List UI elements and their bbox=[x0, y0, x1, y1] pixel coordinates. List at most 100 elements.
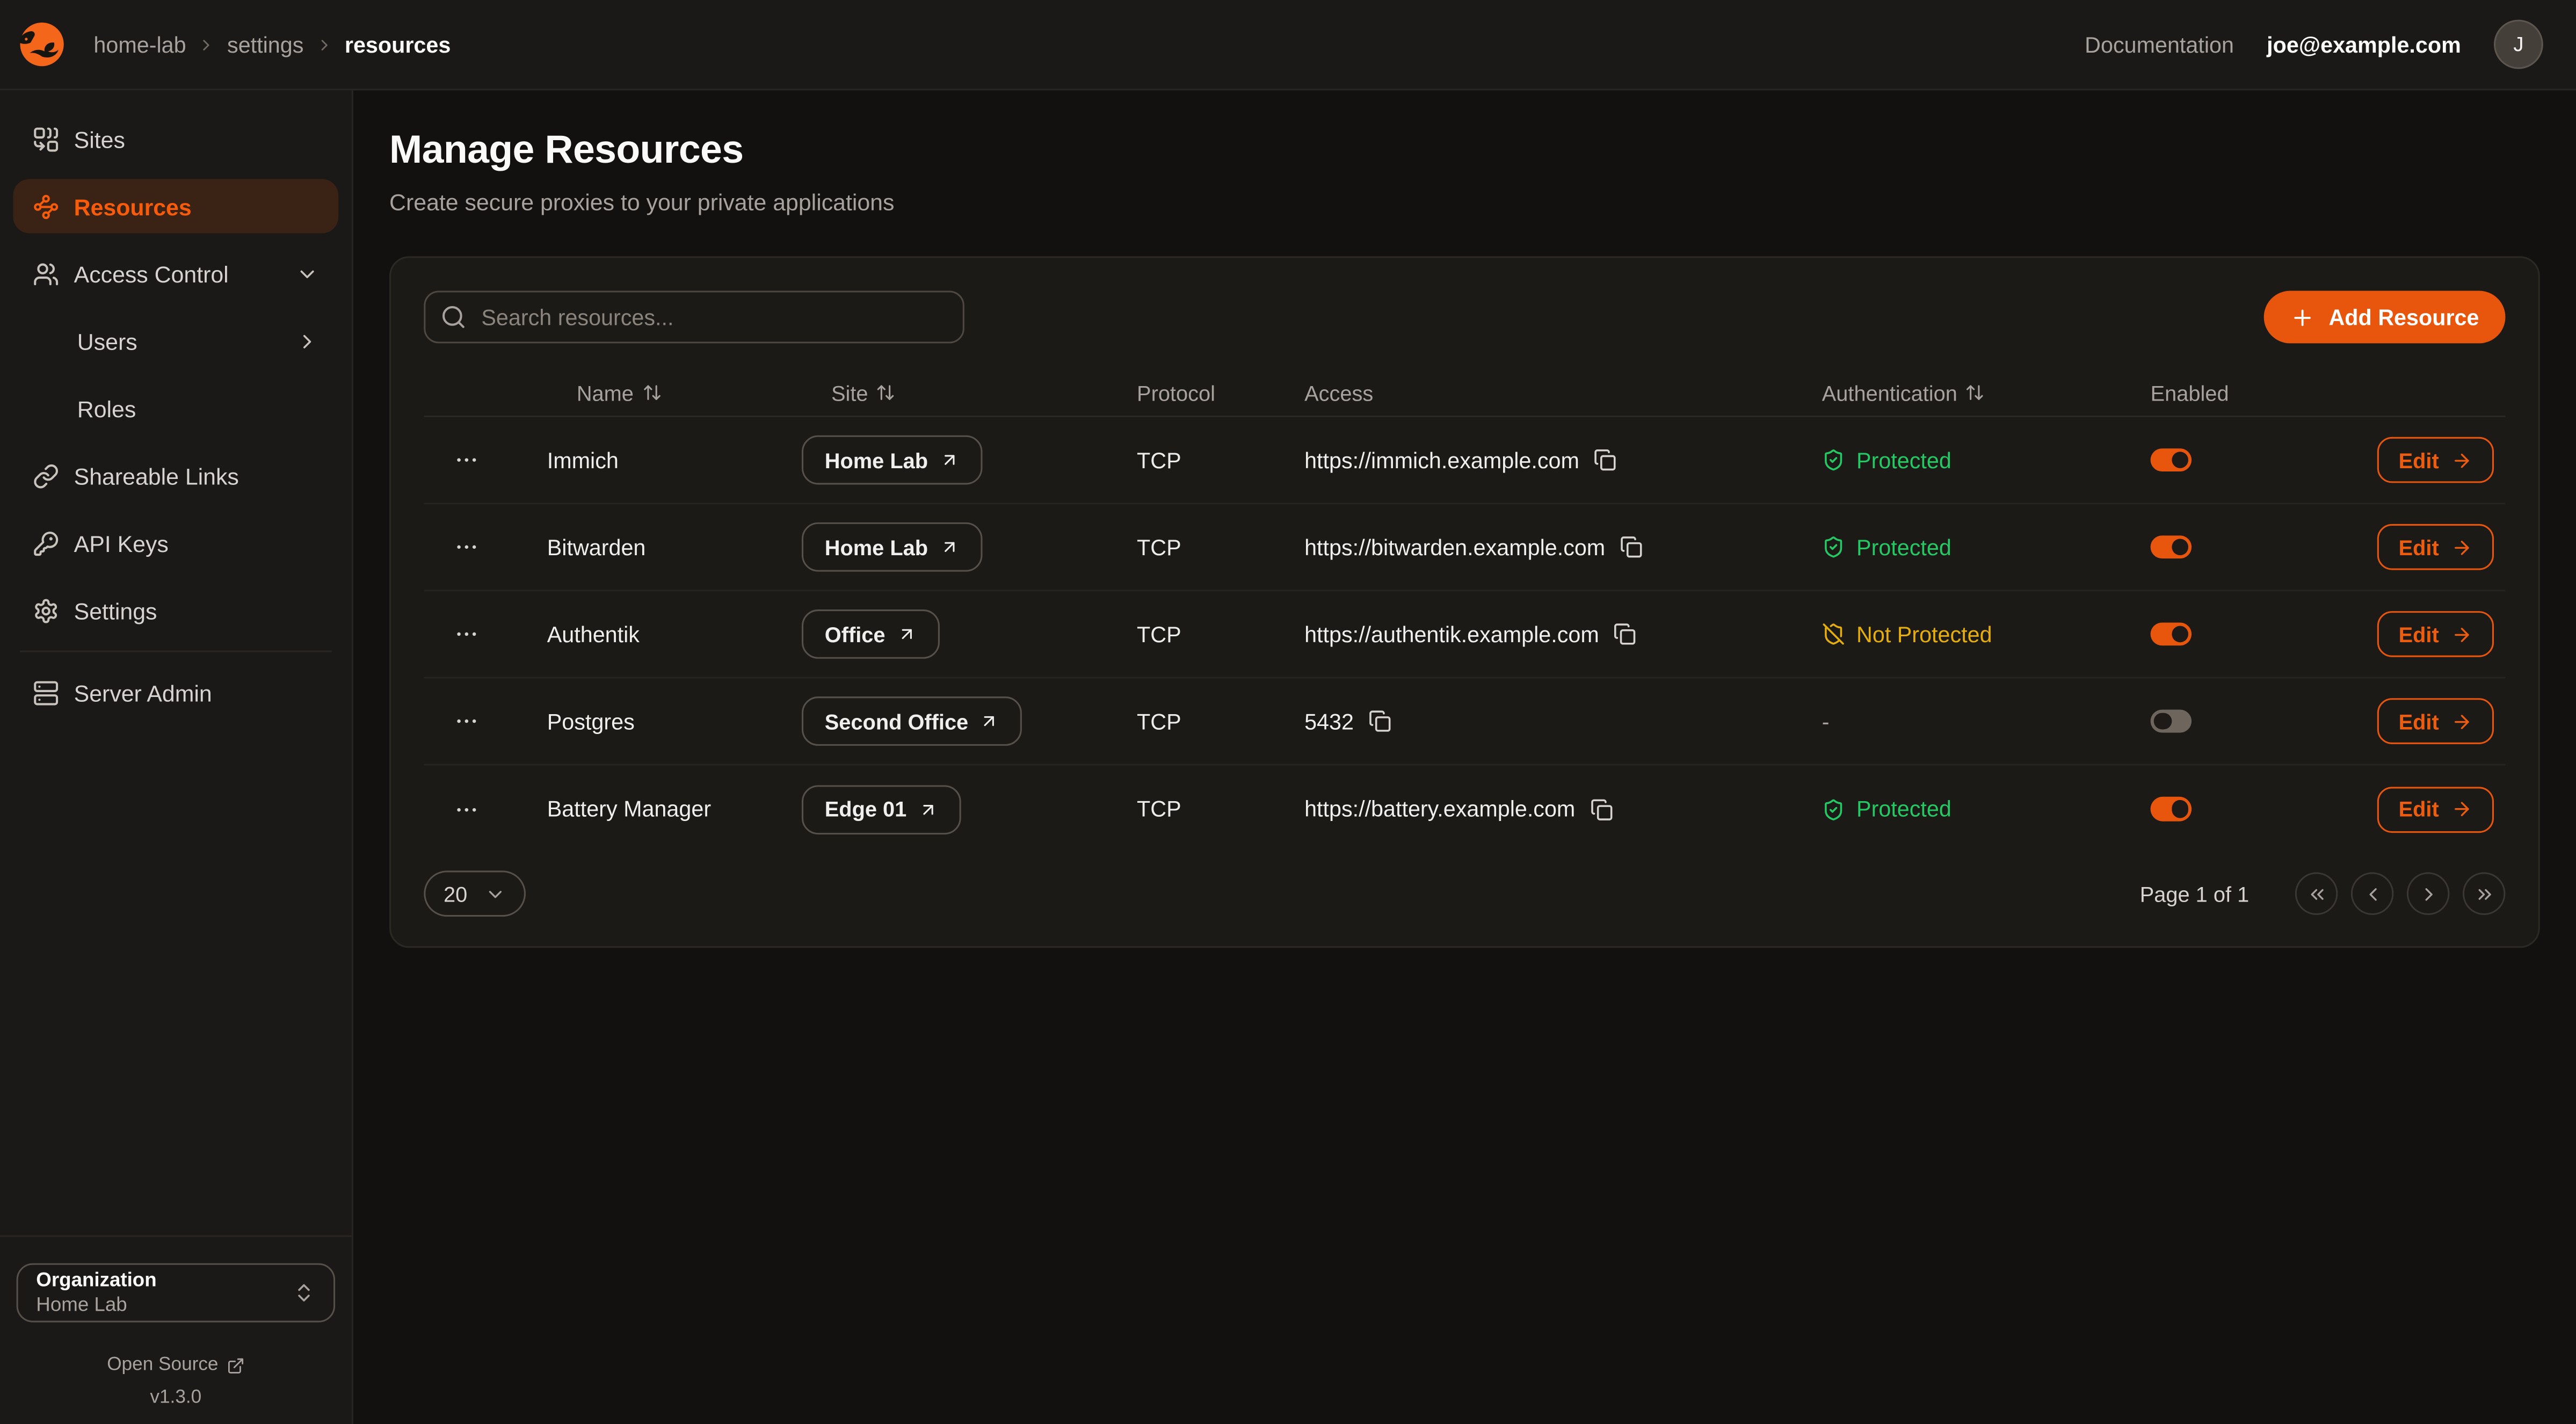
main-content: Manage Resources Create secure proxies t… bbox=[353, 90, 2576, 1424]
copy-icon[interactable] bbox=[1590, 797, 1613, 820]
open-source-link[interactable]: Open Source bbox=[17, 1355, 336, 1375]
edit-button[interactable]: Edit bbox=[2377, 524, 2493, 570]
enabled-cell bbox=[2151, 622, 2377, 646]
link-icon bbox=[33, 462, 59, 489]
table-header: NameSiteProtocolAccessAuthenticationEnab… bbox=[424, 369, 2505, 417]
edit-button[interactable]: Edit bbox=[2377, 437, 2493, 483]
resource-name: Postgres bbox=[547, 709, 802, 733]
copy-icon[interactable] bbox=[1369, 710, 1392, 733]
site-cell: Office bbox=[802, 609, 1137, 659]
protocol-value: TCP bbox=[1137, 535, 1304, 560]
sidebar-item-server-admin[interactable]: Server Admin bbox=[13, 665, 338, 720]
edit-button[interactable]: Edit bbox=[2377, 611, 2493, 657]
sidebar-item-label: Settings bbox=[74, 597, 157, 623]
copy-icon[interactable] bbox=[1614, 622, 1637, 645]
row-menu-button[interactable] bbox=[450, 617, 483, 650]
column-header-site[interactable]: Site bbox=[802, 380, 1137, 405]
row-menu-cell bbox=[424, 704, 547, 737]
enabled-toggle[interactable] bbox=[2151, 448, 2192, 471]
copy-icon[interactable] bbox=[1620, 535, 1643, 558]
site-link-button[interactable]: Edge 01 bbox=[802, 784, 961, 834]
sidebar-item-label: Sites bbox=[74, 126, 125, 152]
add-resource-button[interactable]: Add Resource bbox=[2265, 290, 2505, 343]
copy-icon[interactable] bbox=[1594, 448, 1617, 471]
page-last-icon bbox=[2473, 883, 2495, 904]
site-link-button[interactable]: Home Lab bbox=[802, 522, 982, 572]
edit-button[interactable]: Edit bbox=[2377, 698, 2493, 744]
breadcrumb-item-settings[interactable]: settings bbox=[227, 32, 303, 57]
search-input[interactable] bbox=[424, 290, 964, 343]
edit-button-label: Edit bbox=[2399, 709, 2439, 733]
sidebar-item-access-control[interactable]: Access Control bbox=[13, 246, 338, 301]
first-page-button[interactable] bbox=[2295, 872, 2338, 915]
sort-icon bbox=[1965, 383, 1985, 403]
edit-arrow-icon bbox=[2450, 536, 2472, 558]
avatar[interactable]: J bbox=[2494, 20, 2543, 69]
edit-arrow-icon bbox=[2450, 623, 2472, 645]
page-size-select[interactable]: 20 bbox=[424, 870, 526, 917]
sidebar-item-roles[interactable]: Roles bbox=[13, 381, 338, 435]
table-row: AuthentikOfficeTCPhttps://authentik.exam… bbox=[424, 591, 2505, 678]
site-link-label: Office bbox=[825, 622, 886, 646]
organization-selector[interactable]: Organization Home Lab bbox=[17, 1263, 336, 1323]
protocol-value: TCP bbox=[1137, 797, 1304, 822]
protocol-value: TCP bbox=[1137, 709, 1304, 733]
breadcrumb-item-home-lab[interactable]: home-lab bbox=[93, 32, 186, 57]
sidebar-item-label: Server Admin bbox=[74, 679, 212, 706]
column-header-protocol: Protocol bbox=[1137, 380, 1304, 405]
sidebar-item-users[interactable]: Users bbox=[13, 314, 338, 368]
edit-arrow-icon bbox=[2450, 449, 2472, 471]
documentation-link[interactable]: Documentation bbox=[2085, 32, 2234, 57]
site-link-label: Home Lab bbox=[825, 535, 928, 560]
column-header-auth[interactable]: Authentication bbox=[1822, 380, 2151, 405]
site-link-button[interactable]: Second Office bbox=[802, 696, 1022, 746]
edit-cell: Edit bbox=[2377, 437, 2515, 483]
page-title: Manage Resources bbox=[389, 128, 2540, 175]
sidebar-item-resources[interactable]: Resources bbox=[13, 179, 338, 233]
column-header-label: Protocol bbox=[1137, 380, 1215, 405]
site-link-button[interactable]: Home Lab bbox=[802, 435, 982, 485]
enabled-toggle[interactable] bbox=[2151, 709, 2192, 733]
sidebar-item-label: Users bbox=[77, 328, 137, 354]
edit-cell: Edit bbox=[2377, 524, 2515, 570]
row-menu-button[interactable] bbox=[450, 793, 483, 825]
row-menu-button[interactable] bbox=[450, 704, 483, 737]
chevrons-up-down-icon bbox=[293, 1281, 316, 1304]
edit-button[interactable]: Edit bbox=[2377, 786, 2493, 832]
page-label: Page 1 of 1 bbox=[2140, 881, 2249, 906]
sidebar-item-shareable-links[interactable]: Shareable Links bbox=[13, 448, 338, 503]
enabled-toggle[interactable] bbox=[2151, 797, 2192, 821]
sidebar-item-api-keys[interactable]: API Keys bbox=[13, 516, 338, 570]
sidebar-item-settings[interactable]: Settings bbox=[13, 583, 338, 637]
app-logo-icon[interactable] bbox=[13, 17, 69, 72]
row-menu-button[interactable] bbox=[450, 531, 483, 563]
edit-arrow-icon bbox=[2450, 798, 2472, 820]
external-arrow-icon bbox=[980, 711, 1000, 731]
shield-check-icon bbox=[1822, 797, 1845, 820]
add-resource-label: Add Resource bbox=[2328, 305, 2479, 330]
edit-cell: Edit bbox=[2377, 698, 2515, 744]
enabled-toggle[interactable] bbox=[2151, 622, 2192, 646]
table-row: ImmichHome LabTCPhttps://immich.example.… bbox=[424, 417, 2505, 504]
gear-icon bbox=[33, 597, 59, 623]
external-arrow-icon bbox=[939, 450, 959, 470]
column-header-name[interactable]: Name bbox=[547, 380, 802, 405]
enabled-cell bbox=[2151, 709, 2377, 733]
row-menu-button[interactable] bbox=[450, 444, 483, 476]
site-cell: Second Office bbox=[802, 696, 1137, 746]
previous-page-button[interactable] bbox=[2351, 872, 2394, 915]
sidebar-divider bbox=[20, 650, 332, 652]
enabled-toggle[interactable] bbox=[2151, 535, 2192, 559]
site-link-button[interactable]: Office bbox=[802, 609, 940, 659]
row-menu-cell bbox=[424, 531, 547, 563]
column-header-label: Access bbox=[1304, 380, 1373, 405]
breadcrumb-item-resources: resources bbox=[345, 32, 451, 57]
app-root: home-labsettingsresources Documentation … bbox=[0, 0, 2576, 1424]
authentication-badge: Protected bbox=[1822, 448, 2151, 473]
sidebar-bottom: Organization Home Lab Open Source v1.3.0 bbox=[0, 1236, 352, 1424]
next-page-button[interactable] bbox=[2407, 872, 2450, 915]
last-page-button[interactable] bbox=[2463, 872, 2506, 915]
external-arrow-icon bbox=[918, 799, 938, 819]
sidebar-item-sites[interactable]: Sites bbox=[13, 112, 338, 166]
access-value: https://bitwarden.example.com bbox=[1304, 535, 1605, 560]
